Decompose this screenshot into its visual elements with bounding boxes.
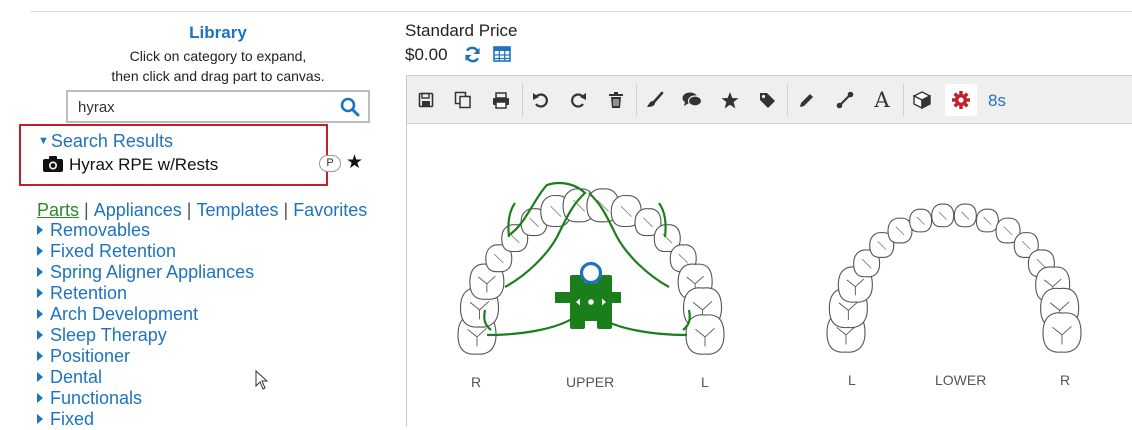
connector-icon[interactable] [833, 88, 857, 112]
caret-right-icon [37, 393, 43, 403]
camera-icon[interactable] [43, 156, 63, 172]
tab-parts[interactable]: Parts [37, 200, 79, 220]
gear-icon [952, 91, 970, 109]
mouse-pointer-icon [255, 370, 269, 390]
favorite-star-icon[interactable]: ★ [346, 151, 363, 174]
category-fixed-retention[interactable]: Fixed Retention [37, 241, 254, 262]
brush-icon[interactable] [643, 88, 667, 112]
search-input[interactable] [78, 97, 328, 117]
library-help-text: Click on category to expand, then click … [80, 46, 356, 86]
category-list: Removables Fixed Retention Spring Aligne… [37, 220, 254, 430]
toolbar-divider [903, 84, 904, 116]
standard-price-value: $0.00 [405, 45, 448, 64]
lower-arch-teeth [826, 203, 1082, 353]
table-icon[interactable] [493, 46, 511, 62]
caret-right-icon [37, 225, 43, 235]
category-label: Positioner [50, 346, 131, 366]
search-result-item[interactable]: Hyrax RPE w/Rests [69, 155, 218, 175]
category-label: Fixed Retention [50, 241, 177, 261]
tab-templates[interactable]: Templates [196, 200, 278, 220]
tooth [685, 314, 725, 355]
library-search [66, 90, 370, 123]
trash-icon[interactable] [604, 88, 628, 112]
top-divider [30, 11, 1132, 12]
library-help-line-1: Click on category to expand, [129, 48, 307, 64]
tag-icon[interactable] [755, 88, 779, 112]
comments-icon[interactable] [680, 88, 704, 112]
tooth [1042, 312, 1082, 353]
category-dental[interactable]: Dental [37, 367, 254, 388]
caret-right-icon [37, 267, 43, 277]
star-icon[interactable] [718, 88, 742, 112]
caret-right-icon [37, 414, 43, 424]
tab-separator: | [186, 200, 192, 220]
category-label: Functionals [50, 388, 143, 408]
library-title: Library [189, 23, 247, 42]
category-label: Dental [50, 367, 103, 387]
category-functionals[interactable]: Functionals [37, 388, 254, 409]
result-badge: P [319, 155, 341, 172]
category-label: Arch Development [50, 304, 199, 324]
standard-price-label: Standard Price [405, 21, 518, 40]
copy-icon[interactable] [451, 88, 475, 112]
upper-arch-label: UPPER [566, 374, 615, 390]
dental-arches[interactable] [407, 125, 1132, 365]
category-label: Spring Aligner Appliances [50, 262, 255, 282]
pencil-icon[interactable] [795, 88, 819, 112]
category-sleep-therapy[interactable]: Sleep Therapy [37, 325, 254, 346]
category-positioner[interactable]: Positioner [37, 346, 254, 367]
search-results-panel: ▼ Search Results Hyrax RPE w/Rests [19, 124, 328, 186]
text-tool-icon[interactable]: A [870, 88, 894, 112]
settings-button[interactable] [945, 84, 977, 116]
print-icon[interactable] [489, 88, 513, 112]
search-icon[interactable] [340, 97, 360, 117]
search-results-heading: Search Results [50, 131, 173, 151]
category-label: Fixed [50, 409, 95, 429]
caret-right-icon [37, 372, 43, 382]
category-label: Sleep Therapy [50, 325, 167, 345]
category-retention[interactable]: Retention [37, 283, 254, 304]
toolbar-divider [636, 84, 637, 116]
lower-right-label: R [1060, 372, 1071, 388]
category-spring-aligner-appliances[interactable]: Spring Aligner Appliances [37, 262, 254, 283]
upper-right-label: R [471, 374, 482, 390]
refresh-icon[interactable] [464, 46, 481, 63]
redo-icon[interactable] [566, 88, 590, 112]
category-label: Removables [50, 220, 151, 240]
canvas-toolbar: A [407, 76, 1132, 124]
tab-separator: | [84, 200, 89, 220]
search-results-toggle[interactable]: ▼ Search Results [38, 131, 173, 152]
caret-right-icon [37, 246, 43, 256]
caret-down-icon: ▼ [38, 135, 49, 147]
lower-arch-label: LOWER [935, 372, 987, 388]
cube-icon[interactable] [910, 88, 934, 112]
category-label: Retention [50, 283, 128, 303]
tab-favorites[interactable]: Favorites [293, 200, 367, 220]
lower-left-label: L [848, 372, 856, 388]
save-icon[interactable] [414, 88, 438, 112]
caret-right-icon [37, 288, 43, 298]
caret-right-icon [37, 330, 43, 340]
library-tabs: Parts | Appliances | Templates | Favorites [37, 200, 367, 221]
category-removables[interactable]: Removables [37, 220, 254, 241]
library-help-line-2: then click and drag part to canvas. [111, 68, 325, 84]
undo-icon[interactable] [529, 88, 553, 112]
tab-appliances[interactable]: Appliances [94, 200, 182, 220]
category-arch-development[interactable]: Arch Development [37, 304, 254, 325]
tab-separator: | [283, 200, 289, 220]
toolbar-divider [787, 84, 788, 116]
timer-label: 8s [988, 91, 1006, 110]
toolbar-divider [522, 84, 523, 116]
caret-right-icon [37, 309, 43, 319]
caret-right-icon [37, 351, 43, 361]
upper-left-label: L [701, 374, 709, 390]
